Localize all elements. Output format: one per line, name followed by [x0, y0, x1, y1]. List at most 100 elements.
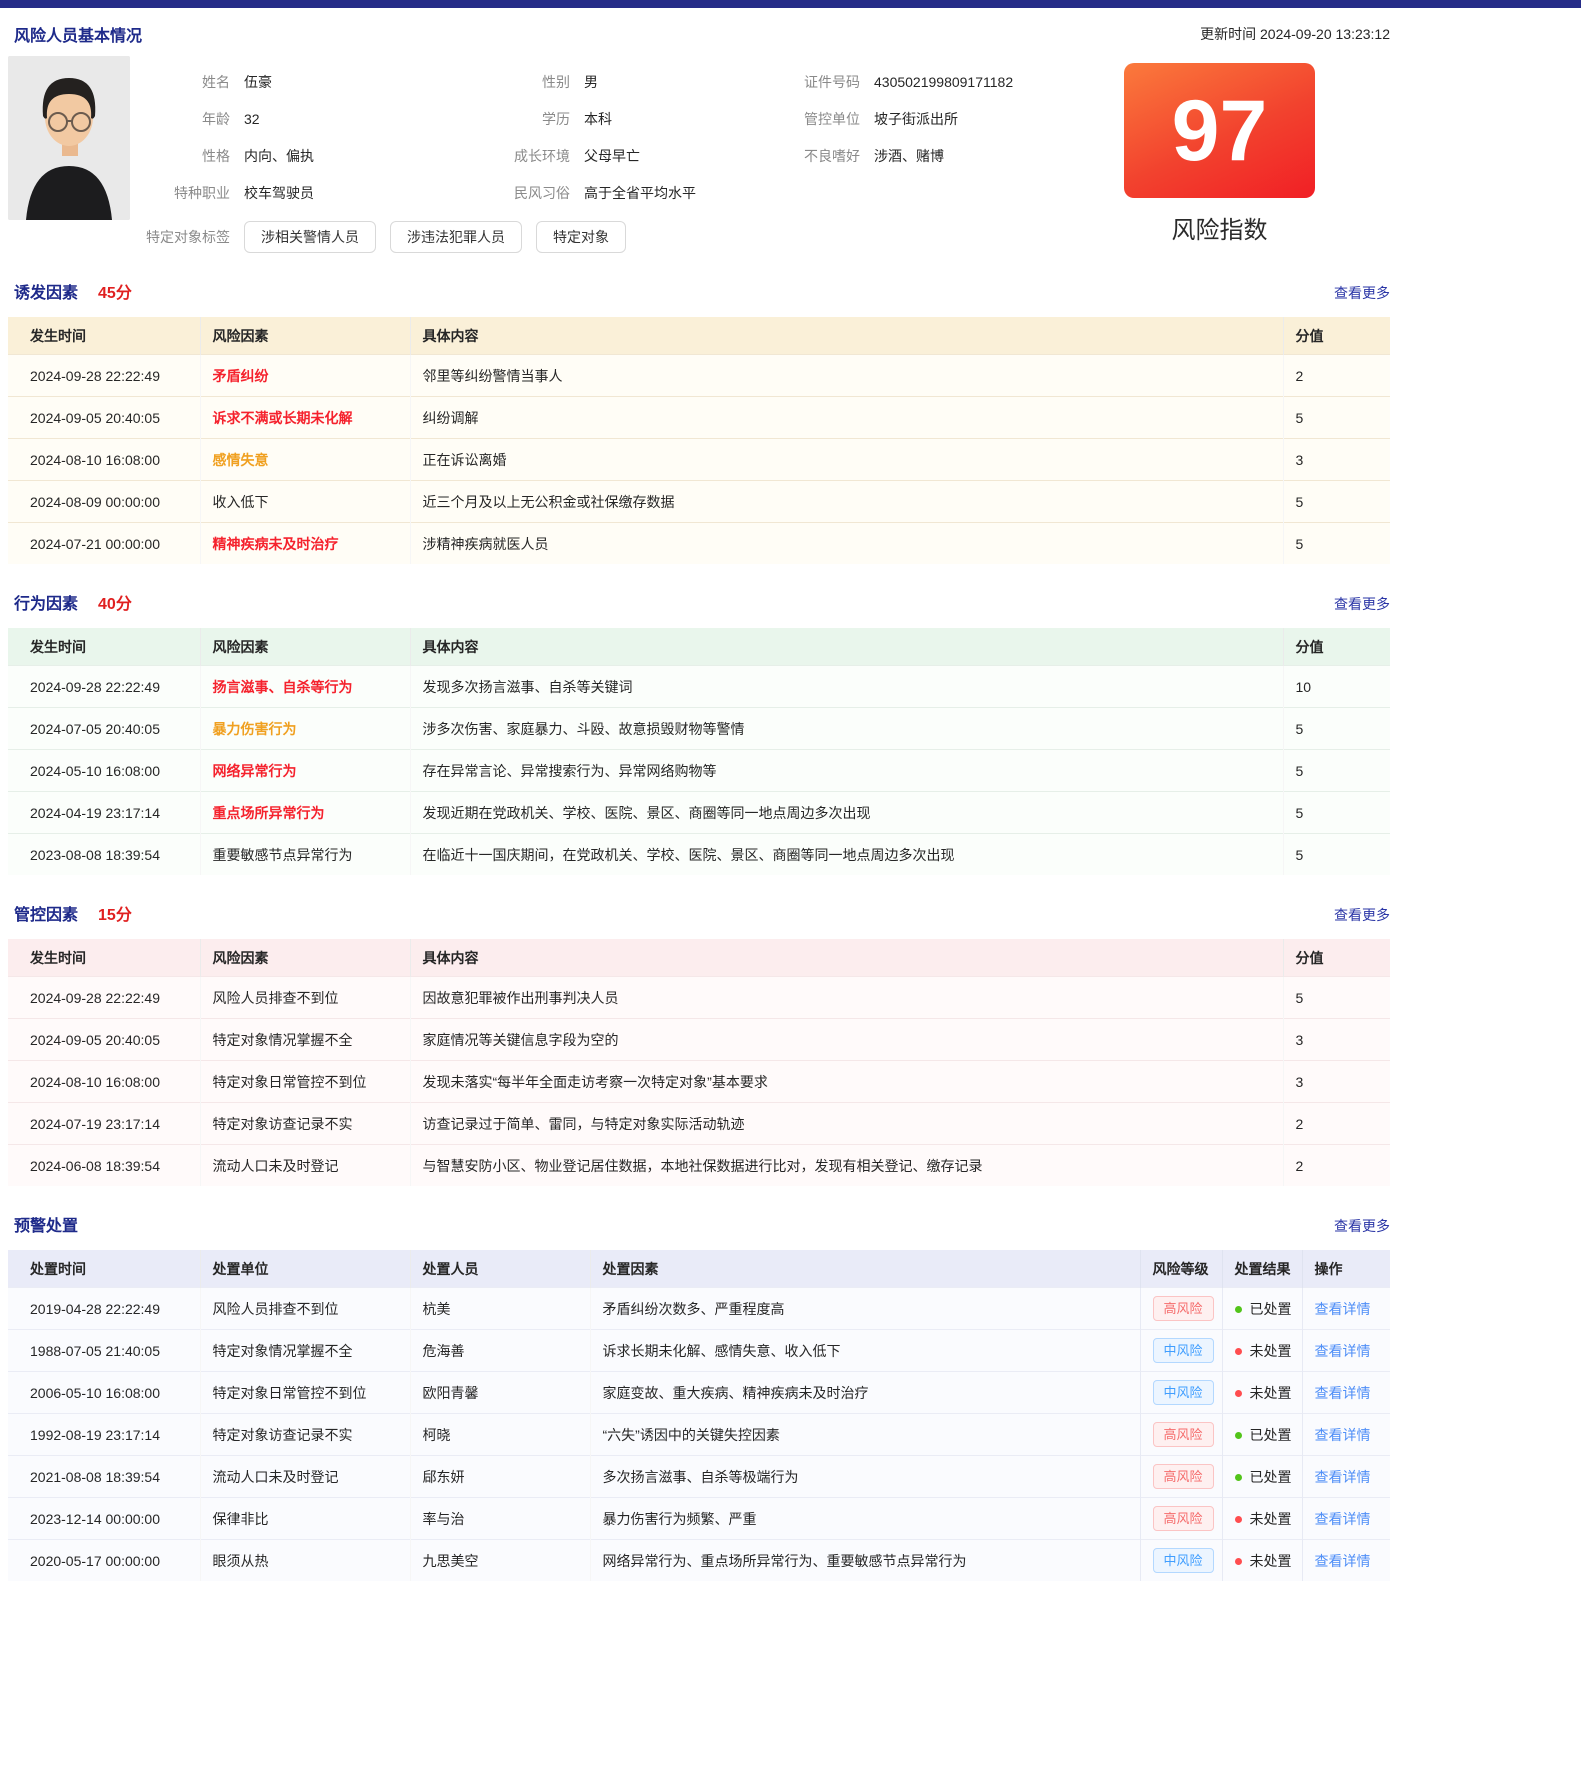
table-row: 2023-12-14 00:00:00保律非比率与治暴力伤害行为频繁、严重高风险…	[8, 1498, 1390, 1540]
cell-detail-content: 发现未落实“每半年全面走访考察一次特定对象”基本要求	[410, 1061, 1283, 1103]
cell-risk-factor: 网络异常行为	[200, 750, 410, 792]
section-title: 管控因素	[14, 901, 78, 925]
field-label: 年龄	[130, 109, 230, 129]
column-header: 发生时间	[8, 317, 200, 355]
cell-risk-level: 中风险	[1140, 1540, 1222, 1582]
cell-occur-time: 2024-09-28 22:22:49	[8, 355, 200, 397]
cell-risk-factor: 精神疾病未及时治疗	[200, 523, 410, 565]
field-value: 430502199809171182	[874, 74, 1013, 90]
behavior-factors-table: 发生时间风险因素具体内容分值 2024-09-28 22:22:49扬言滋事、自…	[8, 628, 1390, 875]
view-more-link[interactable]: 查看更多	[1334, 1216, 1390, 1236]
field-label: 特种职业	[130, 183, 230, 203]
cell-occur-time: 2023-08-08 18:39:54	[8, 834, 200, 876]
cell-disposal-time: 2006-05-10 16:08:00	[8, 1372, 200, 1414]
inducing-factors-table: 发生时间风险因素具体内容分值 2024-09-28 22:22:49矛盾纠纷邻里…	[8, 317, 1390, 564]
column-header: 风险因素	[200, 317, 410, 355]
cell-detail-content: 在临近十一国庆期间，在党政机关、学校、医院、景区、商圈等同一地点周边多次出现	[410, 834, 1283, 876]
profile-field: 学历本科	[470, 107, 760, 131]
special-object-tag[interactable]: 涉违法犯罪人员	[390, 221, 522, 253]
section-score: 45分	[98, 279, 132, 303]
view-more-link[interactable]: 查看更多	[1334, 594, 1390, 614]
table-row: 2024-09-28 22:22:49扬言滋事、自杀等行为发现多次扬言滋事、自杀…	[8, 666, 1390, 708]
table-row: 2024-09-28 22:22:49风险人员排查不到位因故意犯罪被作出刑事判决…	[8, 977, 1390, 1019]
column-header: 风险等级	[1140, 1250, 1222, 1288]
table-row: 2024-08-10 16:08:00特定对象日常管控不到位发现未落实“每半年全…	[8, 1061, 1390, 1103]
update-time: 更新时间 2024-09-20 13:23:12	[1200, 24, 1390, 44]
field-value: 内向、偏执	[244, 146, 314, 166]
table-row: 2024-09-28 22:22:49矛盾纠纷邻里等纠纷警情当事人2	[8, 355, 1390, 397]
cell-score: 10	[1283, 666, 1390, 708]
risk-score-box: 97	[1124, 63, 1315, 198]
view-detail-link[interactable]: 查看详情	[1315, 1343, 1371, 1359]
view-more-link[interactable]: 查看更多	[1334, 283, 1390, 303]
cell-risk-level: 高风险	[1140, 1456, 1222, 1498]
table-row: 2024-07-19 23:17:14特定对象访查记录不实访查记录过于简单、雷同…	[8, 1103, 1390, 1145]
view-detail-link[interactable]: 查看详情	[1315, 1469, 1371, 1485]
cell-disposal-result: 未处置	[1222, 1498, 1302, 1540]
update-time-label: 更新时间	[1200, 26, 1256, 42]
table-row: 2024-09-05 20:40:05特定对象情况掌握不全家庭情况等关键信息字段…	[8, 1019, 1390, 1061]
view-detail-link[interactable]: 查看详情	[1315, 1427, 1371, 1443]
section-head: 诱发因素 45分 查看更多	[8, 279, 1390, 303]
cell-disposal-person: 九思美空	[410, 1540, 590, 1582]
cell-risk-level: 中风险	[1140, 1330, 1222, 1372]
cell-detail-content: 与智慧安防小区、物业登记居住数据，本地社保数据进行比对，发现有相关登记、缴存记录	[410, 1145, 1283, 1187]
result-status-dot	[1235, 1558, 1242, 1565]
profile-field: 特种职业校车驾驶员	[130, 181, 470, 205]
cell-disposal-factor: 矛盾纠纷次数多、严重程度高	[590, 1288, 1140, 1330]
cell-disposal-result: 已处置	[1222, 1288, 1302, 1330]
cell-detail-content: 访查记录过于简单、雷同，与特定对象实际活动轨迹	[410, 1103, 1283, 1145]
view-detail-link[interactable]: 查看详情	[1315, 1301, 1371, 1317]
cell-score: 5	[1283, 792, 1390, 834]
field-label: 性格	[130, 146, 230, 166]
page-header: 风险人员基本情况 更新时间 2024-09-20 13:23:12	[8, 22, 1390, 46]
control-factors-table: 发生时间风险因素具体内容分值 2024-09-28 22:22:49风险人员排查…	[8, 939, 1390, 1186]
field-label: 姓名	[130, 72, 230, 92]
section-warning-disposal: 预警处置 查看更多 处置时间处置单位处置人员处置因素风险等级处置结果操作 201…	[8, 1212, 1390, 1581]
table-header-row: 发生时间风险因素具体内容分值	[8, 317, 1390, 355]
cell-disposal-unit: 特定对象情况掌握不全	[200, 1330, 410, 1372]
view-detail-link[interactable]: 查看详情	[1315, 1385, 1371, 1401]
profile-field: 证件号码430502199809171182	[760, 70, 1124, 94]
cell-risk-factor: 重点场所异常行为	[200, 792, 410, 834]
field-label: 不良嗜好	[760, 146, 860, 166]
cell-occur-time: 2024-08-10 16:08:00	[8, 1061, 200, 1103]
cell-disposal-person: 欧阳青馨	[410, 1372, 590, 1414]
section-title: 预警处置	[14, 1212, 78, 1236]
cell-detail-content: 纠纷调解	[410, 397, 1283, 439]
view-detail-link[interactable]: 查看详情	[1315, 1553, 1371, 1569]
table-row: 2024-08-10 16:08:00感情失意正在诉讼离婚3	[8, 439, 1390, 481]
cell-occur-time: 2024-04-19 23:17:14	[8, 792, 200, 834]
cell-detail-content: 家庭情况等关键信息字段为空的	[410, 1019, 1283, 1061]
profile-fields: 姓名伍豪性别男证件号码430502199809171182年龄32学历本科管控单…	[130, 56, 1124, 253]
view-detail-link[interactable]: 查看详情	[1315, 1511, 1371, 1527]
cell-score: 2	[1283, 1145, 1390, 1187]
special-object-tag[interactable]: 涉相关警情人员	[244, 221, 376, 253]
cell-risk-factor: 重要敏感节点异常行为	[200, 834, 410, 876]
cell-risk-factor: 流动人口未及时登记	[200, 1145, 410, 1187]
special-object-tag[interactable]: 特定对象	[536, 221, 626, 253]
cell-score: 2	[1283, 1103, 1390, 1145]
risk-level-badge: 中风险	[1153, 1338, 1214, 1364]
cell-risk-factor: 特定对象访查记录不实	[200, 1103, 410, 1145]
column-header: 具体内容	[410, 317, 1283, 355]
column-header: 分值	[1283, 939, 1390, 977]
profile-section: 姓名伍豪性别男证件号码430502199809171182年龄32学历本科管控单…	[8, 56, 1390, 253]
cell-occur-time: 2024-05-10 16:08:00	[8, 750, 200, 792]
top-accent-bar	[0, 0, 1581, 8]
risk-score-label: 风险指数	[1172, 210, 1268, 245]
cell-occur-time: 2024-09-05 20:40:05	[8, 1019, 200, 1061]
table-header-row: 发生时间风险因素具体内容分值	[8, 628, 1390, 666]
field-label: 性别	[470, 72, 570, 92]
cell-disposal-result: 已处置	[1222, 1414, 1302, 1456]
profile-field: 成长环境父母早亡	[470, 144, 760, 168]
column-header: 风险因素	[200, 628, 410, 666]
cell-detail-content: 涉多次伤害、家庭暴力、斗殴、故意损毁财物等警情	[410, 708, 1283, 750]
column-header: 操作	[1302, 1250, 1390, 1288]
cell-action: 查看详情	[1302, 1288, 1390, 1330]
view-more-link[interactable]: 查看更多	[1334, 905, 1390, 925]
field-value: 32	[244, 111, 260, 127]
cell-detail-content: 近三个月及以上无公积金或社保缴存数据	[410, 481, 1283, 523]
page-title: 风险人员基本情况	[14, 22, 142, 46]
risk-level-badge: 高风险	[1153, 1296, 1214, 1322]
